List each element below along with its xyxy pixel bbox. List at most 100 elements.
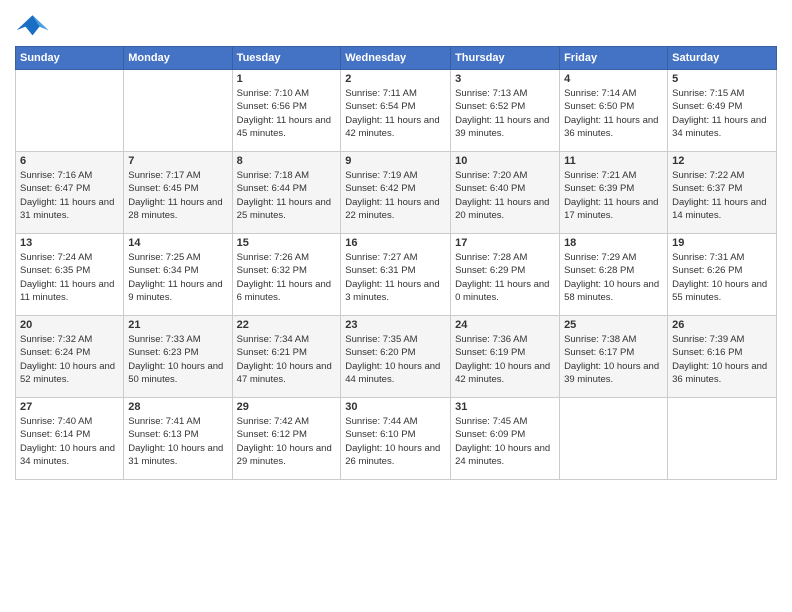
day-number: 26: [672, 319, 772, 331]
day-number: 20: [20, 319, 119, 331]
logo-icon: [15, 10, 50, 38]
day-info: Sunrise: 7:18 AM Sunset: 6:44 PM Dayligh…: [237, 169, 337, 222]
day-info: Sunrise: 7:26 AM Sunset: 6:32 PM Dayligh…: [237, 251, 337, 304]
day-info: Sunrise: 7:42 AM Sunset: 6:12 PM Dayligh…: [237, 415, 337, 468]
calendar-cell: 26 Sunrise: 7:39 AM Sunset: 6:16 PM Dayli…: [668, 316, 777, 398]
calendar-week-5: 27 Sunrise: 7:40 AM Sunset: 6:14 PM Dayli…: [16, 398, 777, 480]
day-number: 31: [455, 401, 555, 413]
weekday-header-sunday: Sunday: [16, 47, 124, 70]
day-number: 3: [455, 73, 555, 85]
calendar-cell: 12 Sunrise: 7:22 AM Sunset: 6:37 PM Dayli…: [668, 152, 777, 234]
calendar-cell: 5 Sunrise: 7:15 AM Sunset: 6:49 PM Daylig…: [668, 70, 777, 152]
calendar-cell: 22Sunrise: 7:34 AM Sunset: 6:21 PM Dayli…: [232, 316, 341, 398]
day-info: Sunrise: 7:21 AM Sunset: 6:39 PM Dayligh…: [564, 169, 663, 222]
day-info: Sunrise: 7:31 AM Sunset: 6:26 PM Dayligh…: [672, 251, 772, 304]
day-info: Sunrise: 7:44 AM Sunset: 6:10 PM Dayligh…: [345, 415, 446, 468]
day-info: Sunrise: 7:24 AM Sunset: 6:35 PM Dayligh…: [20, 251, 119, 304]
calendar-cell: [124, 70, 232, 152]
calendar-cell: [16, 70, 124, 152]
calendar-cell: 3 Sunrise: 7:13 AM Sunset: 6:52 PM Daylig…: [451, 70, 560, 152]
weekday-header-monday: Monday: [124, 47, 232, 70]
calendar-cell: [560, 398, 668, 480]
day-number: 4: [564, 73, 663, 85]
calendar-header: SundayMondayTuesdayWednesdayThursdayFrid…: [16, 47, 777, 70]
day-number: 22: [237, 319, 337, 331]
day-number: 14: [128, 237, 227, 249]
calendar-cell: 23Sunrise: 7:35 AM Sunset: 6:20 PM Dayli…: [341, 316, 451, 398]
weekday-header-friday: Friday: [560, 47, 668, 70]
day-number: 27: [20, 401, 119, 413]
calendar-cell: 9Sunrise: 7:19 AM Sunset: 6:42 PM Daylig…: [341, 152, 451, 234]
day-number: 12: [672, 155, 772, 167]
day-number: 21: [128, 319, 227, 331]
calendar-body: 1Sunrise: 7:10 AM Sunset: 6:56 PM Daylig…: [16, 70, 777, 480]
day-number: 25: [564, 319, 663, 331]
calendar-cell: 14 Sunrise: 7:25 AM Sunset: 6:34 PM Dayli…: [124, 234, 232, 316]
day-number: 11: [564, 155, 663, 167]
day-info: Sunrise: 7:16 AM Sunset: 6:47 PM Dayligh…: [20, 169, 119, 222]
calendar-cell: 1Sunrise: 7:10 AM Sunset: 6:56 PM Daylig…: [232, 70, 341, 152]
day-info: Sunrise: 7:22 AM Sunset: 6:37 PM Dayligh…: [672, 169, 772, 222]
day-info: Sunrise: 7:28 AM Sunset: 6:29 PM Dayligh…: [455, 251, 555, 304]
weekday-header-tuesday: Tuesday: [232, 47, 341, 70]
day-number: 2: [345, 73, 446, 85]
logo: [15, 10, 54, 38]
calendar-cell: 20Sunrise: 7:32 AM Sunset: 6:24 PM Dayli…: [16, 316, 124, 398]
calendar-cell: 4 Sunrise: 7:14 AM Sunset: 6:50 PM Daylig…: [560, 70, 668, 152]
day-info: Sunrise: 7:25 AM Sunset: 6:34 PM Dayligh…: [128, 251, 227, 304]
calendar-cell: 27 Sunrise: 7:40 AM Sunset: 6:14 PM Dayli…: [16, 398, 124, 480]
day-number: 7: [128, 155, 227, 167]
calendar-cell: 19 Sunrise: 7:31 AM Sunset: 6:26 PM Dayli…: [668, 234, 777, 316]
day-info: Sunrise: 7:29 AM Sunset: 6:28 PM Dayligh…: [564, 251, 663, 304]
calendar-cell: 29 Sunrise: 7:42 AM Sunset: 6:12 PM Dayli…: [232, 398, 341, 480]
weekday-header-wednesday: Wednesday: [341, 47, 451, 70]
day-info: Sunrise: 7:45 AM Sunset: 6:09 PM Dayligh…: [455, 415, 555, 468]
day-number: 19: [672, 237, 772, 249]
calendar-cell: 18 Sunrise: 7:29 AM Sunset: 6:28 PM Dayli…: [560, 234, 668, 316]
day-number: 17: [455, 237, 555, 249]
day-number: 28: [128, 401, 227, 413]
day-info: Sunrise: 7:13 AM Sunset: 6:52 PM Dayligh…: [455, 87, 555, 140]
calendar-table: SundayMondayTuesdayWednesdayThursdayFrid…: [15, 46, 777, 480]
calendar-cell: 6 Sunrise: 7:16 AM Sunset: 6:47 PM Daylig…: [16, 152, 124, 234]
day-info: Sunrise: 7:39 AM Sunset: 6:16 PM Dayligh…: [672, 333, 772, 386]
calendar-cell: 28 Sunrise: 7:41 AM Sunset: 6:13 PM Dayli…: [124, 398, 232, 480]
calendar-cell: 2Sunrise: 7:11 AM Sunset: 6:54 PM Daylig…: [341, 70, 451, 152]
day-number: 30: [345, 401, 446, 413]
day-info: Sunrise: 7:10 AM Sunset: 6:56 PM Dayligh…: [237, 87, 337, 140]
calendar-cell: 21 Sunrise: 7:33 AM Sunset: 6:23 PM Dayli…: [124, 316, 232, 398]
calendar-cell: 31 Sunrise: 7:45 AM Sunset: 6:09 PM Dayli…: [451, 398, 560, 480]
calendar-cell: 13Sunrise: 7:24 AM Sunset: 6:35 PM Dayli…: [16, 234, 124, 316]
day-info: Sunrise: 7:15 AM Sunset: 6:49 PM Dayligh…: [672, 87, 772, 140]
calendar-cell: 7Sunrise: 7:17 AM Sunset: 6:45 PM Daylig…: [124, 152, 232, 234]
calendar-cell: 30 Sunrise: 7:44 AM Sunset: 6:10 PM Dayli…: [341, 398, 451, 480]
calendar-container: SundayMondayTuesdayWednesdayThursdayFrid…: [0, 0, 792, 612]
day-number: 8: [237, 155, 337, 167]
day-number: 6: [20, 155, 119, 167]
calendar-cell: 16 Sunrise: 7:27 AM Sunset: 6:31 PM Dayli…: [341, 234, 451, 316]
weekday-header-saturday: Saturday: [668, 47, 777, 70]
calendar-cell: [668, 398, 777, 480]
day-number: 10: [455, 155, 555, 167]
day-info: Sunrise: 7:38 AM Sunset: 6:17 PM Dayligh…: [564, 333, 663, 386]
weekday-header-thursday: Thursday: [451, 47, 560, 70]
day-number: 5: [672, 73, 772, 85]
calendar-cell: 25 Sunrise: 7:38 AM Sunset: 6:17 PM Dayli…: [560, 316, 668, 398]
day-number: 29: [237, 401, 337, 413]
calendar-cell: 15 Sunrise: 7:26 AM Sunset: 6:32 PM Dayli…: [232, 234, 341, 316]
day-info: Sunrise: 7:36 AM Sunset: 6:19 PM Dayligh…: [455, 333, 555, 386]
calendar-cell: 10Sunrise: 7:20 AM Sunset: 6:40 PM Dayli…: [451, 152, 560, 234]
calendar-week-4: 20Sunrise: 7:32 AM Sunset: 6:24 PM Dayli…: [16, 316, 777, 398]
day-info: Sunrise: 7:27 AM Sunset: 6:31 PM Dayligh…: [345, 251, 446, 304]
day-info: Sunrise: 7:19 AM Sunset: 6:42 PM Dayligh…: [345, 169, 446, 222]
day-info: Sunrise: 7:40 AM Sunset: 6:14 PM Dayligh…: [20, 415, 119, 468]
day-number: 16: [345, 237, 446, 249]
day-number: 15: [237, 237, 337, 249]
day-number: 18: [564, 237, 663, 249]
day-info: Sunrise: 7:14 AM Sunset: 6:50 PM Dayligh…: [564, 87, 663, 140]
header: [15, 10, 777, 38]
day-number: 23: [345, 319, 446, 331]
day-info: Sunrise: 7:41 AM Sunset: 6:13 PM Dayligh…: [128, 415, 227, 468]
day-info: Sunrise: 7:33 AM Sunset: 6:23 PM Dayligh…: [128, 333, 227, 386]
calendar-week-1: 1Sunrise: 7:10 AM Sunset: 6:56 PM Daylig…: [16, 70, 777, 152]
